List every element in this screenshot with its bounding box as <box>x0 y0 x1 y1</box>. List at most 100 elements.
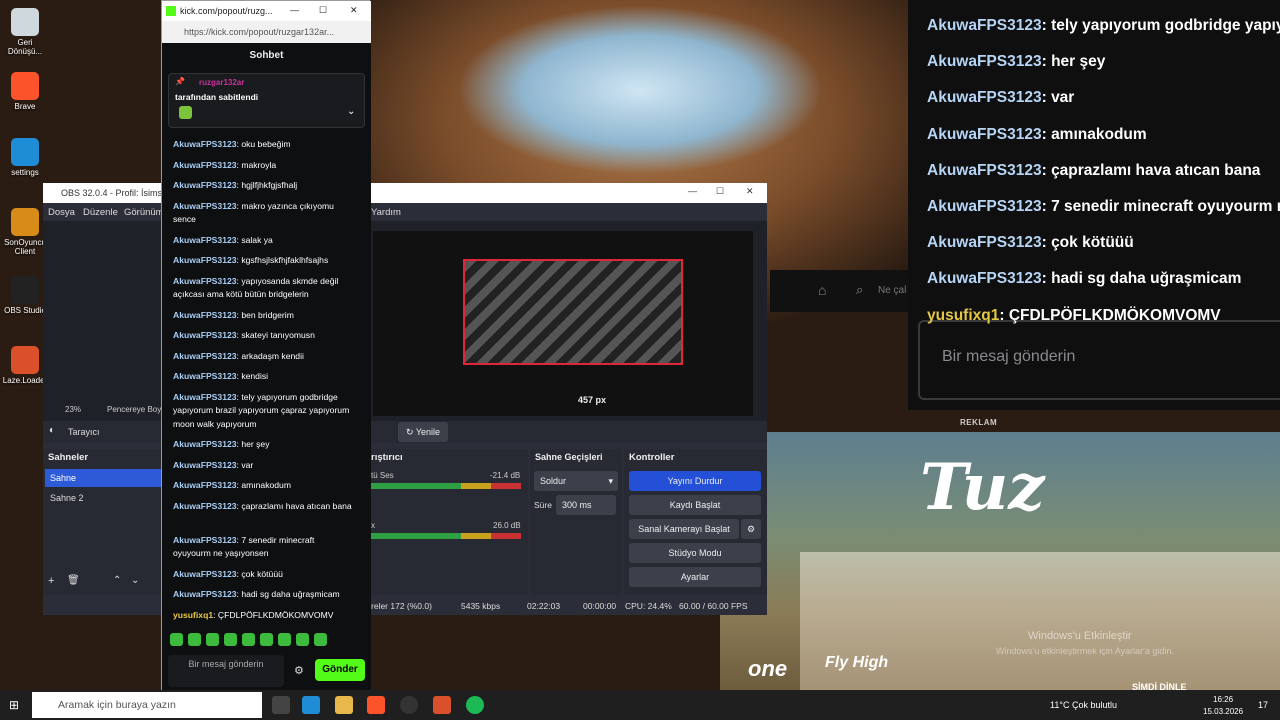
chat-username[interactable]: AkuwaFPS3123 <box>173 160 237 170</box>
chat-username[interactable]: AkuwaFPS3123 <box>173 439 237 449</box>
ad-banner[interactable]: Tuz Windows'u Etkinleştir Windows'u etki… <box>720 432 1280 696</box>
laze-icon[interactable] <box>433 696 451 714</box>
transition-select[interactable]: Soldur ▾ <box>534 471 618 491</box>
chat-username[interactable]: AkuwaFPS3123 <box>173 535 237 545</box>
menu-help[interactable]: Yardım <box>371 207 401 218</box>
chat-message[interactable]: AkuwaFPS3123: her şey <box>173 438 353 452</box>
message-input[interactable]: Bir mesaj gönderin <box>168 655 284 687</box>
chat-username[interactable]: AkuwaFPS3123 <box>173 201 237 211</box>
studio-mode-button[interactable]: Stüdyo Modu <box>629 543 761 563</box>
chat-username[interactable]: AkuwaFPS3123 <box>173 180 237 190</box>
menu-view[interactable]: Görünüm <box>124 207 164 218</box>
chat-username[interactable]: AkuwaFPS3123 <box>173 589 237 599</box>
chat-message[interactable]: AkuwaFPS3123: 7 senedir minecraft oyuyou… <box>173 534 353 561</box>
emote-icon[interactable] <box>278 633 291 646</box>
gear-icon[interactable]: ⚙ <box>741 519 761 539</box>
brave-icon[interactable] <box>367 696 385 714</box>
task-view-icon[interactable] <box>272 696 290 714</box>
spotify-icon[interactable] <box>466 696 484 714</box>
chat-username[interactable]: yusufixq1 <box>173 610 213 620</box>
notification-count[interactable]: 17 <box>1258 700 1268 710</box>
chat-username[interactable]: AkuwaFPS3123 <box>173 351 237 361</box>
desktop-icon[interactable]: Brave <box>0 72 50 111</box>
chat-username[interactable]: AkuwaFPS3123 <box>173 480 237 490</box>
emote-icon[interactable] <box>170 633 183 646</box>
chat-username[interactable]: AkuwaFPS3123 <box>173 371 237 381</box>
desktop-icon[interactable]: Geri Dönüşü... <box>0 8 50 56</box>
emote-icon[interactable] <box>224 633 237 646</box>
obs-icon[interactable] <box>400 696 418 714</box>
chat-username[interactable]: AkuwaFPS3123 <box>173 255 237 265</box>
emote-icon[interactable] <box>260 633 273 646</box>
chat-message[interactable]: AkuwaFPS3123: tely yapıyorum godbridge y… <box>173 391 353 432</box>
chat-username[interactable]: AkuwaFPS3123 <box>173 392 237 402</box>
close-icon[interactable]: ✕ <box>746 186 754 197</box>
edge-icon[interactable] <box>302 696 320 714</box>
chat-username[interactable]: AkuwaFPS3123 <box>173 501 237 511</box>
duration-input[interactable]: 300 ms <box>556 495 616 515</box>
maximize-icon[interactable]: ☐ <box>716 186 724 197</box>
chat-message[interactable]: AkuwaFPS3123: oku bebeğim <box>173 138 353 152</box>
refresh-button[interactable]: ↻ Yenile <box>398 422 448 442</box>
chat-message[interactable]: AkuwaFPS3123: çaprazlamı hava atıcan ban… <box>173 500 353 514</box>
chat-message[interactable]: AkuwaFPS3123: amınakodum <box>173 479 353 493</box>
chat-username[interactable]: AkuwaFPS3123 <box>173 276 237 286</box>
scene-item[interactable]: Sahne <box>45 469 161 487</box>
menu-file[interactable]: Dosya <box>48 207 75 218</box>
chat-message[interactable]: AkuwaFPS3123: arkadaşm kendii <box>173 350 353 364</box>
send-button[interactable]: Gönder <box>315 659 365 681</box>
maximize-icon[interactable]: ☐ <box>319 5 327 16</box>
gear-icon[interactable]: ⚙ <box>294 664 304 677</box>
emote-icon[interactable] <box>206 633 219 646</box>
settings-button[interactable]: Ayarlar <box>629 567 761 587</box>
chat-username[interactable]: AkuwaFPS3123 <box>173 235 237 245</box>
preview-area[interactable]: 457 px 23% Pencereye Boyu <box>43 221 767 421</box>
minimize-icon[interactable]: — <box>290 5 299 15</box>
chat-message[interactable]: AkuwaFPS3123: salak ya <box>173 234 353 248</box>
weather[interactable]: 11°C Çok bulutlu <box>1050 700 1117 710</box>
chat-message[interactable]: AkuwaFPS3123: makro yazınca çıkıyomu sen… <box>173 200 353 227</box>
emote-icon[interactable] <box>188 633 201 646</box>
chat-message[interactable]: AkuwaFPS3123: skateyi tanıyomusn <box>173 329 353 343</box>
chat-message[interactable]: AkuwaFPS3123: var <box>173 459 353 473</box>
clock-date[interactable]: 15.03.2026 <box>1203 707 1243 716</box>
chat-message[interactable]: AkuwaFPS3123: kendisi <box>173 370 353 384</box>
chat-message[interactable]: AkuwaFPS3123: kgsfhsjlskfhjfaklhfsajhs <box>173 254 353 268</box>
arrow-down-icon[interactable]: ⌄ <box>131 575 139 586</box>
overlay-message-input[interactable]: Bir mesaj gönderin <box>918 320 1280 400</box>
chat-username[interactable]: AkuwaFPS3123 <box>173 330 237 340</box>
chat-message[interactable]: yusufixq1: ÇFDLPÖFLKDMÖKOMVOMV <box>173 609 353 623</box>
stop-stream-button[interactable]: Yayını Durdur <box>629 471 761 491</box>
home-icon[interactable]: ⌂ <box>818 282 826 298</box>
file-explorer-icon[interactable] <box>335 696 353 714</box>
emote-icon[interactable] <box>314 633 327 646</box>
chat-username[interactable]: AkuwaFPS3123 <box>173 139 237 149</box>
start-recording-button[interactable]: Kaydı Başlat <box>629 495 761 515</box>
virtual-camera-button[interactable]: Sanal Kamerayı Başlat <box>629 519 739 539</box>
chat-message[interactable]: AkuwaFPS3123: makroyla <box>173 159 353 173</box>
chat-message[interactable]: AkuwaFPS3123: hgjlfjhkfgjsfhalj <box>173 179 353 193</box>
taskbar-search[interactable]: Aramak için buraya yazın <box>32 692 262 718</box>
fit-window-label[interactable]: Pencereye Boyu <box>107 405 166 414</box>
emote-icon[interactable] <box>242 633 255 646</box>
menu-edit[interactable]: Düzenle <box>83 207 118 218</box>
chat-message[interactable]: AkuwaFPS3123: çok kötüüü <box>173 568 353 582</box>
url-bar[interactable]: https://kick.com/popout/ruzgar132ar... <box>162 21 371 43</box>
chat-username[interactable]: AkuwaFPS3123 <box>173 460 237 470</box>
clock-time[interactable]: 16:26 <box>1213 695 1233 704</box>
selected-source[interactable] <box>463 259 683 365</box>
close-icon[interactable]: ✕ <box>1238 432 1250 433</box>
chevron-down-icon[interactable]: ⌄ <box>347 106 355 117</box>
arrow-up-icon[interactable]: ⌃ <box>113 575 121 586</box>
chat-message[interactable]: AkuwaFPS3123: hadi sg daha uğraşmicam <box>173 588 353 602</box>
chat-message[interactable]: AkuwaFPS3123: ben bridgerim <box>173 309 353 323</box>
windows-start-icon[interactable]: ⊞ <box>9 698 19 712</box>
add-icon[interactable]: + <box>48 575 54 587</box>
trash-icon[interactable]: 🗑 <box>67 575 80 586</box>
chat-message[interactable]: AkuwaFPS3123: yapıyosanda skmde değil aç… <box>173 275 353 302</box>
scene-item[interactable]: Sahne 2 <box>45 489 161 507</box>
close-icon[interactable]: ✕ <box>350 5 358 16</box>
search-icon[interactable]: ⌕ <box>856 282 863 298</box>
desktop-icon[interactable]: settings <box>0 138 50 177</box>
emote-icon[interactable] <box>296 633 309 646</box>
